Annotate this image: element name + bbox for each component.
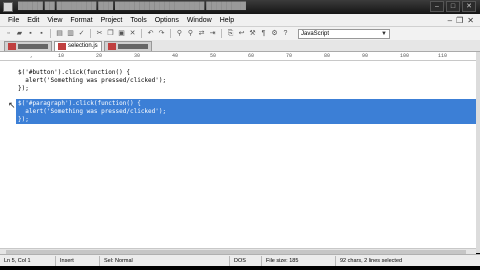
print-icon[interactable]: ▤ [55,29,64,38]
tools-icon[interactable]: ⚒ [248,29,257,38]
close-button[interactable]: ✕ [462,1,476,12]
find-icon[interactable]: ⚲ [175,29,184,38]
ruler-mark: 50 [210,53,217,59]
status-encoding: DOS [230,255,262,266]
toolbar-separator [221,29,222,38]
document-icon [107,43,116,50]
tab-selection-js[interactable]: selection.js [54,41,102,51]
undo-icon[interactable]: ↶ [146,29,155,38]
ruler-mark: 100 [400,53,410,59]
copy-icon[interactable]: ❐ [106,29,115,38]
clip-icon[interactable]: ⎘ [226,29,235,38]
ruler-mark: 90 [362,53,369,59]
status-selection-mode: Sel: Normal [100,255,230,266]
menu-help[interactable]: Help [216,17,238,24]
toolbar-separator [141,29,142,38]
preview-icon[interactable]: ▥ [66,29,75,38]
menu-file[interactable]: File [4,17,23,24]
help-icon[interactable]: ? [281,29,290,38]
ruler-mark: 10 [58,53,65,59]
column-ruler: , 10 20 30 40 50 60 70 80 90 100 110 [0,52,480,61]
settings-icon[interactable]: ⚙ [270,29,279,38]
menu-view[interactable]: View [43,17,66,24]
spell-check-icon[interactable]: ✓ [77,29,86,38]
status-position: Ln 5, Col 1 [0,255,56,266]
ruler-mark: 30 [134,53,141,59]
tab-document-3[interactable] [103,41,152,51]
document-tabs: selection.js [0,40,480,52]
mouse-pointer-icon: ↖ [8,100,16,110]
new-file-icon[interactable]: ▫ [4,29,13,38]
status-insert-mode: Insert [56,255,100,266]
document-icon [8,43,16,50]
ruler-mark: , [30,53,34,59]
menu-options[interactable]: Options [151,17,183,24]
code-line-selected: $('#paragraph').click(function() { [18,100,141,107]
wrap-icon[interactable]: ↩ [237,29,246,38]
menu-edit[interactable]: Edit [23,17,43,24]
text-selection[interactable]: $('#paragraph').click(function() { alert… [16,99,476,124]
doc-restore-icon[interactable]: ❐ [456,16,463,25]
code-line-selected: alert('Something was pressed/clicked'); [18,108,167,115]
ruler-mark: 70 [286,53,293,59]
title-bar: █████ ██ ████████ ███ ██████████████████… [0,0,480,14]
tab-label-redacted [18,44,48,49]
toolbar-separator [170,29,171,38]
language-value: JavaScript [301,30,330,37]
maximize-button[interactable]: □ [446,1,460,12]
code-line-selected: }); [18,116,29,123]
save-icon[interactable]: ▪ [26,29,35,38]
toolbar-separator [50,29,51,38]
menu-tools[interactable]: Tools [126,17,150,24]
status-selection-info: 92 chars, 2 lines selected [340,257,403,264]
vertical-scrollbar[interactable] [476,52,480,253]
tab-label-redacted [117,44,148,49]
app-icon [3,2,13,12]
menu-format[interactable]: Format [66,17,96,24]
menu-window[interactable]: Window [183,17,216,24]
status-bar: Ln 5, Col 1 Insert Sel: Normal DOS File … [0,254,480,266]
window-title: █████ ██ ████████ ███ ██████████████████… [18,3,246,10]
document-icon [58,43,66,50]
code-line: }); [18,85,29,92]
code-line: $('#button').click(function() { [18,69,130,76]
redo-icon[interactable]: ↷ [157,29,166,38]
toolbar-separator [90,29,91,38]
ruler-mark: 40 [172,53,179,59]
menu-project[interactable]: Project [97,17,127,24]
ruler-mark: 20 [96,53,103,59]
goto-icon[interactable]: ⇥ [208,29,217,38]
delete-icon[interactable]: ✕ [128,29,137,38]
language-select[interactable]: JavaScript ▼ [298,28,390,39]
pilcrow-icon[interactable]: ¶ [259,29,268,38]
doc-close-icon[interactable]: ✕ [467,16,474,25]
tab-label: selection.js [68,43,98,49]
minimize-button[interactable]: – [430,1,444,12]
tab-document-1[interactable] [4,41,52,51]
save-all-icon[interactable]: ▪ [37,29,46,38]
find-next-icon[interactable]: ⚲ [186,29,195,38]
toolbar: ▫ ▰ ▪ ▪ ▤ ▥ ✓ ✂ ❐ ▣ ✕ ↶ ↷ ⚲ ⚲ ⇄ ⇥ ⎘ ↩ ⚒ … [0,27,480,40]
ruler-mark: 60 [248,53,255,59]
chevron-down-icon: ▼ [381,30,387,37]
letterbox-bar [0,266,480,270]
menu-bar: File Edit View Format Project Tools Opti… [0,14,480,27]
open-folder-icon[interactable]: ▰ [15,29,24,38]
paste-icon[interactable]: ▣ [117,29,126,38]
ruler-mark: 80 [324,53,331,59]
status-file-size: File size: 185 [262,255,336,266]
doc-minimize-icon[interactable]: – [448,16,452,25]
replace-icon[interactable]: ⇄ [197,29,206,38]
code-editor[interactable]: $('#button').click(function() { alert('S… [0,61,476,253]
ruler-mark: 110 [438,53,448,59]
cut-icon[interactable]: ✂ [95,29,104,38]
code-line: alert('Something was pressed/clicked'); [18,77,167,84]
